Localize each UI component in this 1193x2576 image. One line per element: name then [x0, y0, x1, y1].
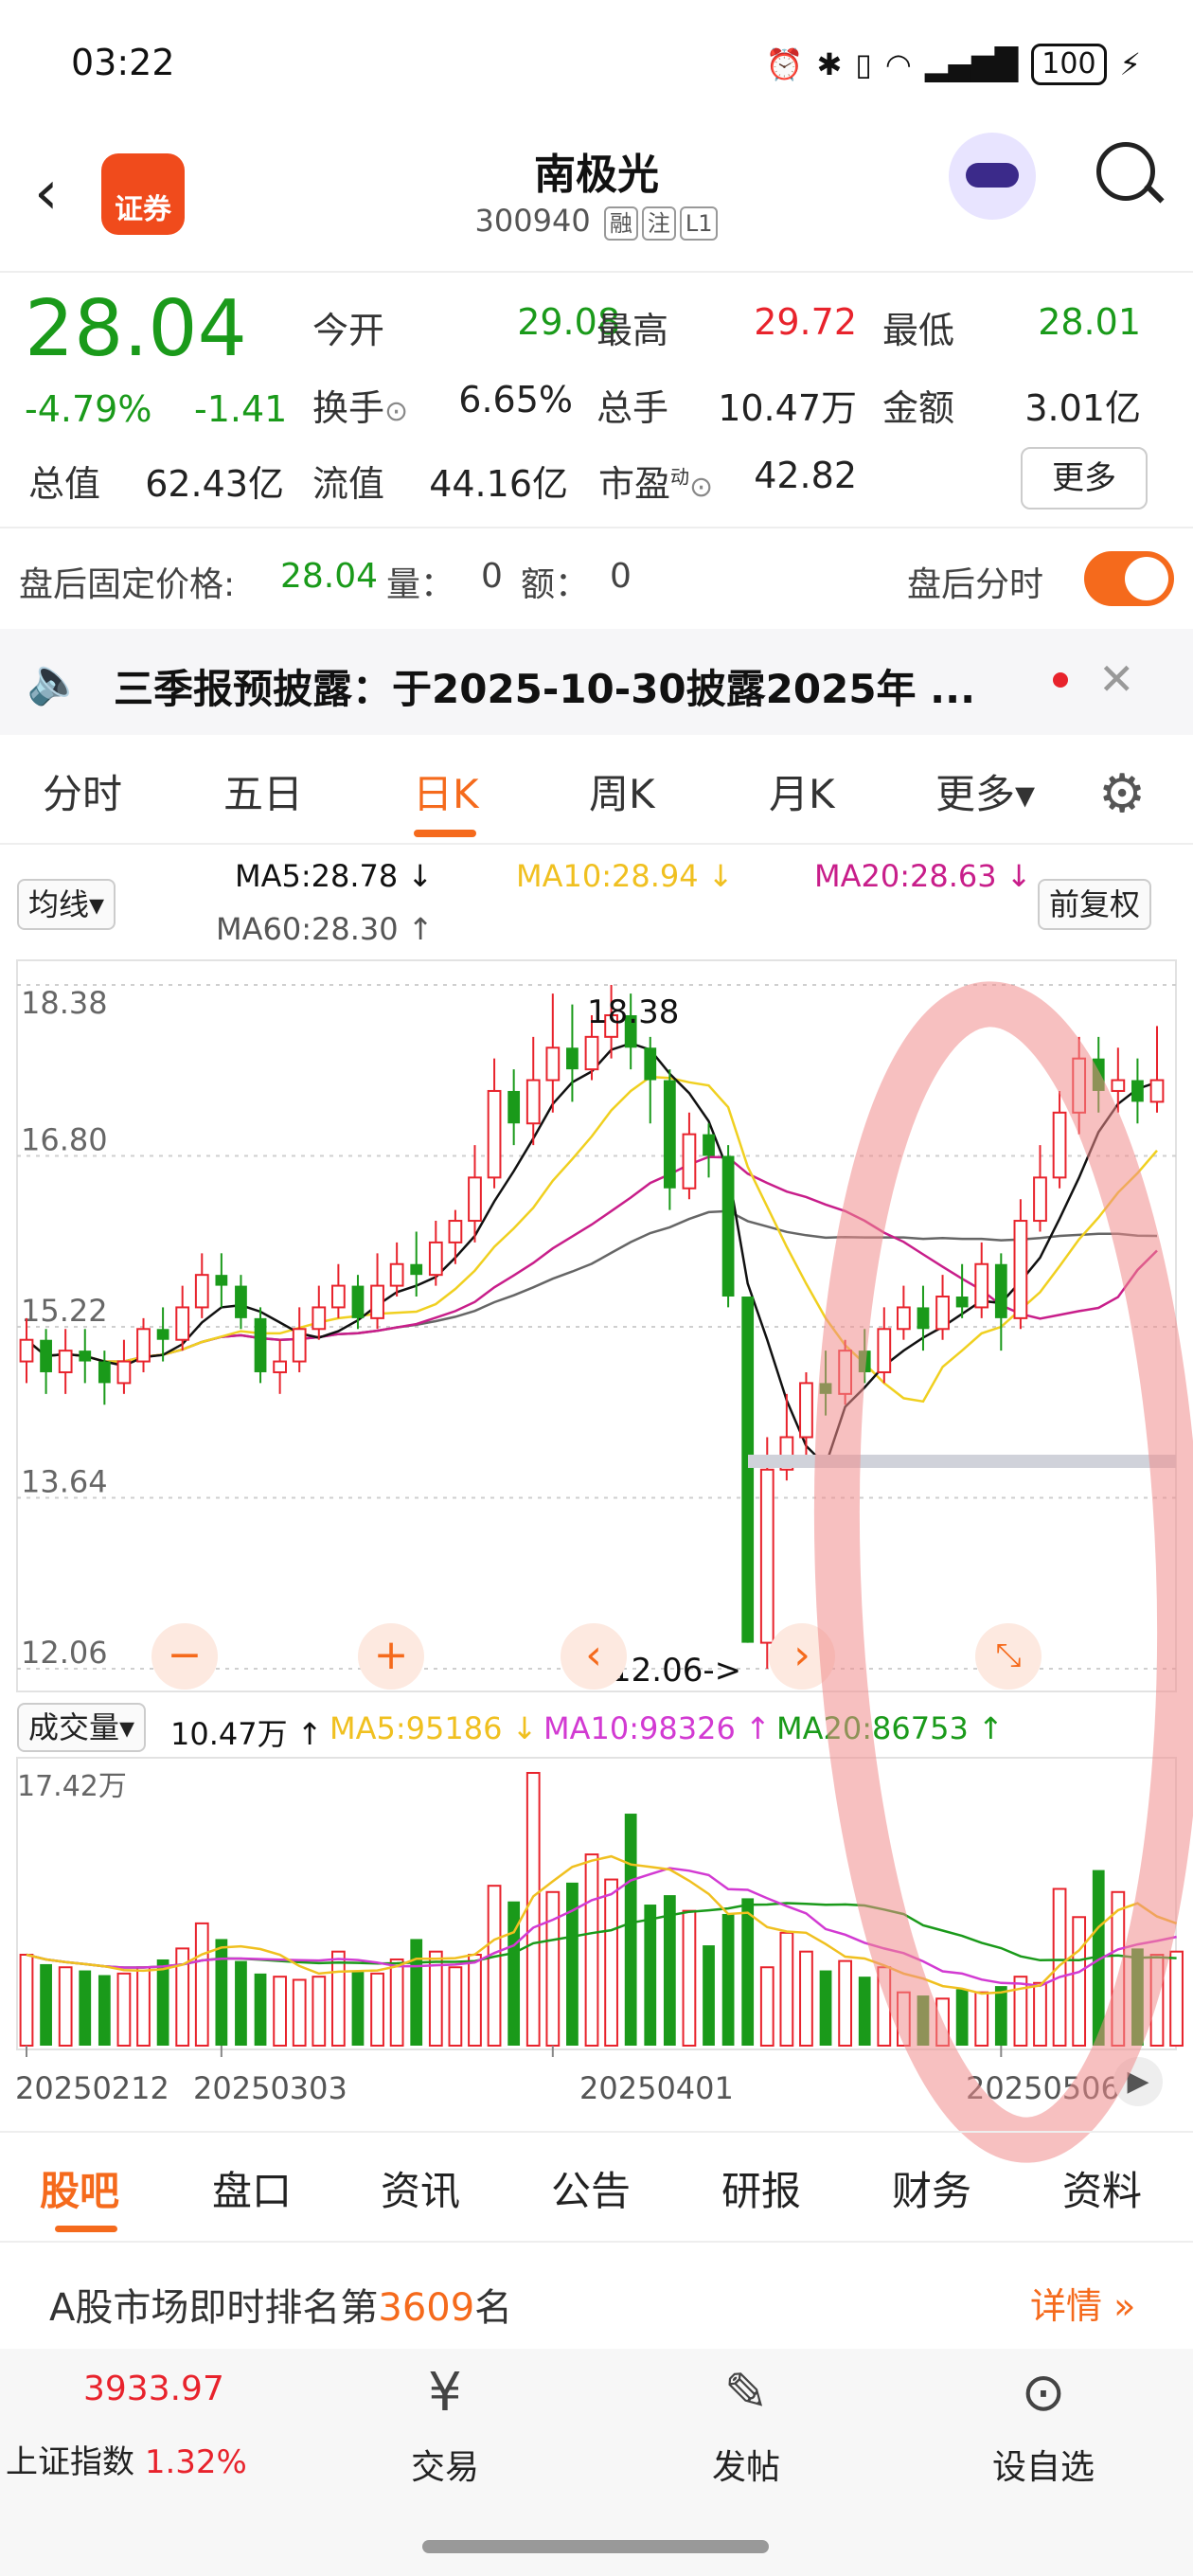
home-indicator[interactable] [422, 2540, 769, 2553]
divider [0, 2131, 1193, 2133]
tab-news[interactable]: 资讯 [381, 2159, 460, 2217]
tab-profile[interactable]: 资料 [1062, 2159, 1142, 2217]
tab-forum[interactable]: 股吧 [40, 2159, 119, 2217]
more-dots-icon[interactable]: ⊙ [1006, 2362, 1081, 2424]
post-label[interactable]: 发帖 [689, 2440, 803, 2489]
tab-announcements[interactable]: 公告 [551, 2159, 631, 2217]
active-tab-indicator [55, 2226, 117, 2232]
trade-label[interactable]: 交易 [388, 2440, 502, 2489]
divider [0, 2241, 1193, 2243]
tab-order-book[interactable]: 盘口 [212, 2159, 292, 2217]
tab-research[interactable]: 研报 [721, 2159, 801, 2217]
trade-icon[interactable]: ¥ [407, 2362, 483, 2424]
market-rank: A股市场即时排名第3609名 [49, 2286, 513, 2330]
edit-icon[interactable]: ✎ [708, 2362, 784, 2424]
tab-finance[interactable]: 财务 [892, 2159, 971, 2217]
index-value[interactable]: 3933.97 [83, 2370, 224, 2408]
watchlist-label[interactable]: 设自选 [975, 2440, 1112, 2489]
rank-detail-link[interactable]: 详情 » [1030, 2277, 1135, 2329]
index-name-line[interactable]: 上证指数 1.32% [6, 2436, 247, 2482]
